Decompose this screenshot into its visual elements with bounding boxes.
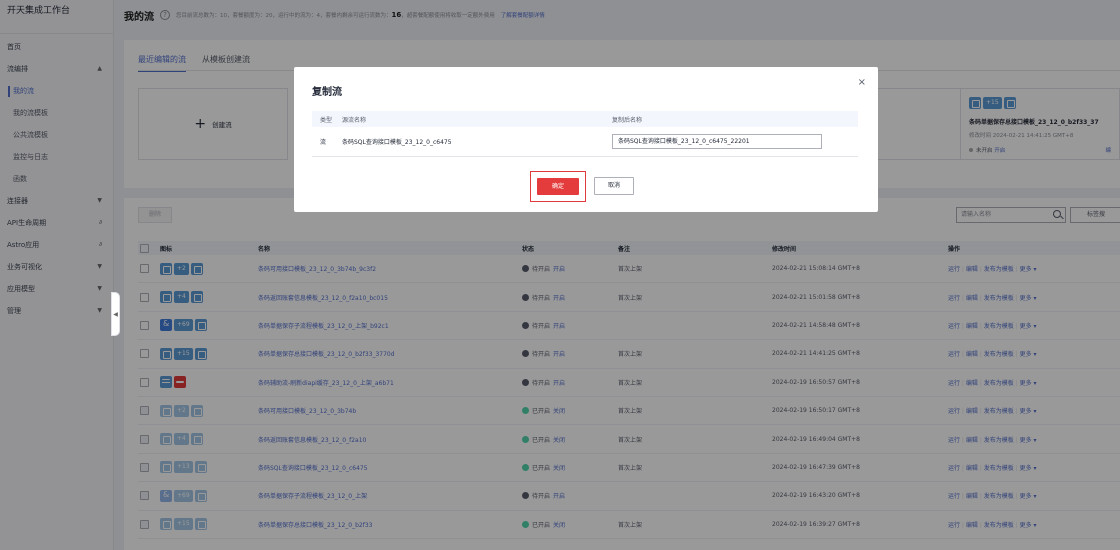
copy-flow-dialog: 复制流 × 类型 源流名称 复制后名称 流 条码SQL查询接口模板_23_12_… [294, 67, 878, 212]
dialog-title: 复制流 [312, 87, 342, 98]
col-copy-name: 复制后名称 [612, 116, 643, 124]
dialog-table-row: 流 条码SQL查询接口模板_23_12_0_c6475 条码SQL查询接口模板_… [312, 127, 858, 157]
dialog-table: 类型 源流名称 复制后名称 流 条码SQL查询接口模板_23_12_0_c647… [312, 111, 858, 157]
dialog-table-header: 类型 源流名称 复制后名称 [312, 111, 858, 127]
copy-name-input[interactable]: 条码SQL查询接口模板_23_12_0_c6475_22201 [612, 134, 822, 149]
confirm-highlight: 确定 [530, 171, 586, 202]
confirm-button[interactable]: 确定 [537, 178, 579, 195]
col-type: 类型 [320, 116, 333, 124]
col-source-name: 源流名称 [342, 116, 367, 124]
copy-name-cell: 条码SQL查询接口模板_23_12_0_c6475_22201 [612, 134, 858, 149]
flow-type: 流 [320, 139, 327, 146]
source-flow-name: 条码SQL查询接口模板_23_12_0_c6475 [342, 139, 452, 146]
close-icon[interactable]: × [858, 77, 866, 88]
sidebar-collapse-button[interactable]: ◀ [111, 292, 120, 336]
cancel-button[interactable]: 取消 [594, 177, 634, 195]
